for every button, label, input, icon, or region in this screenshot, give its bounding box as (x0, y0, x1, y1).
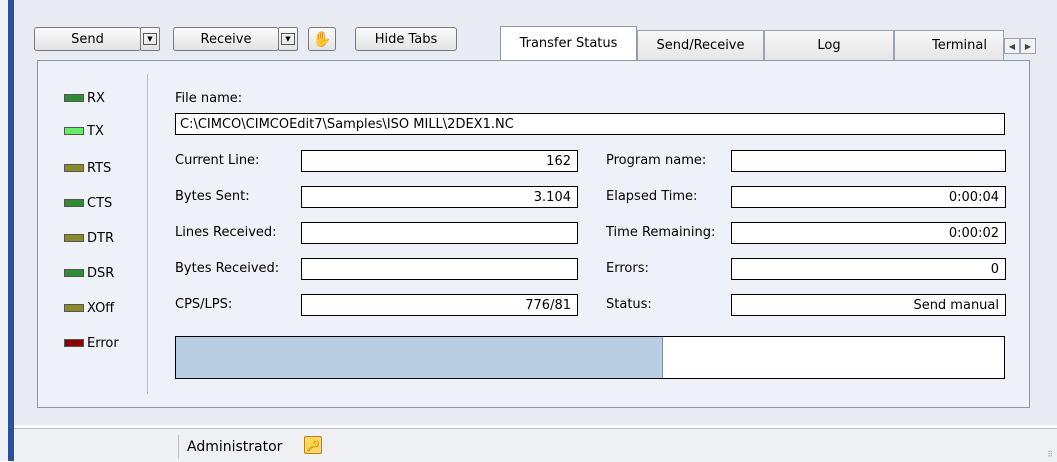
program-name-field (731, 150, 1006, 172)
file-name-field: C:\CIMCO\CIMCOEdit7\Samples\ISO MILL\2DE… (175, 113, 1005, 135)
panel-divider (147, 74, 148, 394)
progress-fill (176, 337, 663, 378)
tab-scroll-right-icon[interactable]: ▶ (1020, 38, 1036, 54)
bytes-sent-field: 3.104 (301, 186, 578, 208)
chevron-down-icon: ▼ (281, 33, 295, 45)
led-cts-lamp (64, 199, 84, 207)
led-dsr: DSR (64, 266, 114, 281)
status-field: Send manual (731, 294, 1006, 316)
toolbar: Send ▼ Receive ▼ ✋ Hide Tabs Transfer St… (14, 18, 1057, 60)
left-border (0, 0, 14, 461)
file-name-label: File name: (175, 91, 243, 106)
led-rx: RX (64, 91, 105, 106)
current-line-label: Current Line: (175, 153, 260, 168)
elapsed-time-field: 0:00:04 (731, 186, 1006, 208)
elapsed-time-label: Elapsed Time: (606, 189, 698, 204)
led-rx-lamp (64, 94, 84, 102)
led-error-lamp (64, 339, 84, 347)
led-cts: CTS (64, 196, 112, 211)
hand-icon: ✋ (312, 30, 332, 48)
status-separator (178, 435, 179, 459)
led-xoff-lamp (64, 304, 84, 312)
resize-grip-icon[interactable]: ⠿ (1047, 450, 1053, 459)
send-button[interactable]: Send (34, 27, 141, 51)
status-label: Status: (606, 297, 652, 312)
time-remaining-field: 0:00:02 (731, 222, 1006, 244)
time-remaining-label: Time Remaining: (606, 225, 716, 240)
chevron-down-icon: ▼ (143, 33, 157, 45)
status-bar: Administrator 🔑 ⠿ (14, 428, 1057, 462)
led-dsr-lamp (64, 269, 84, 277)
led-dtr: DTR (64, 231, 114, 246)
hand-tool-button[interactable]: ✋ (308, 27, 336, 51)
tab-send-receive[interactable]: Send/Receive (637, 30, 764, 60)
key-icon[interactable]: 🔑 (304, 436, 322, 454)
errors-field: 0 (731, 258, 1006, 280)
user-name: Administrator (187, 439, 283, 455)
lines-received-field (301, 222, 578, 244)
tab-log[interactable]: Log (764, 30, 894, 60)
cps-lps-label: CPS/LPS: (175, 297, 233, 312)
bytes-sent-label: Bytes Sent: (175, 189, 250, 204)
lines-received-label: Lines Received: (175, 225, 277, 240)
led-xoff: XOff (64, 301, 114, 316)
bytes-received-label: Bytes Received: (175, 261, 280, 276)
led-tx-lamp (64, 127, 84, 135)
bytes-received-field (301, 258, 578, 280)
tab-transfer-status[interactable]: Transfer Status (500, 26, 637, 60)
hide-tabs-button[interactable]: Hide Tabs (355, 27, 457, 51)
tab-scroll-left-icon[interactable]: ◀ (1004, 38, 1020, 54)
tab-terminal[interactable]: Terminal (894, 30, 1004, 60)
led-rts-lamp (64, 164, 84, 172)
program-name-label: Program name: (606, 153, 707, 168)
current-line-field: 162 (301, 150, 578, 172)
cps-lps-field: 776/81 (301, 294, 578, 316)
transfer-progress-bar (175, 336, 1005, 379)
led-dtr-lamp (64, 234, 84, 242)
receive-button[interactable]: Receive (173, 27, 279, 51)
receive-dropdown-button[interactable]: ▼ (278, 27, 298, 51)
led-tx: TX (64, 124, 104, 139)
errors-label: Errors: (606, 261, 649, 276)
send-dropdown-button[interactable]: ▼ (140, 27, 160, 51)
led-rts: RTS (64, 161, 111, 176)
led-error: Error (64, 336, 119, 351)
